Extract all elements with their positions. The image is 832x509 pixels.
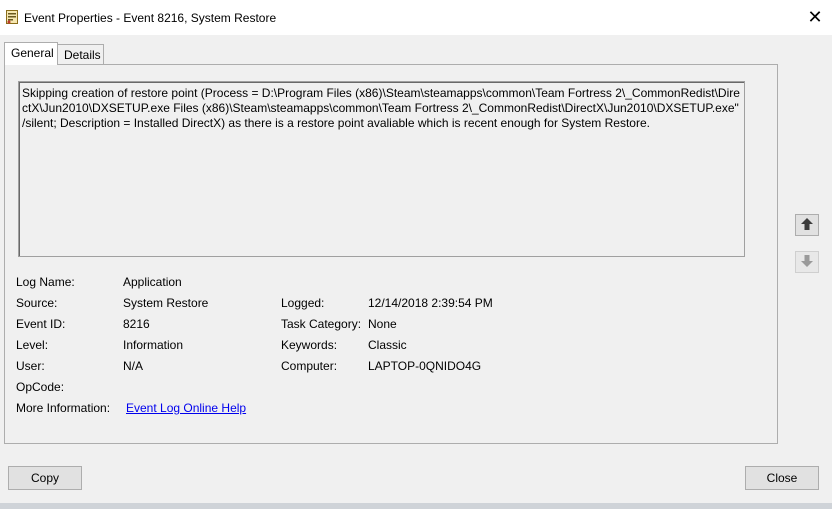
event-description-box[interactable]: Skipping creation of restore point (Proc… xyxy=(18,81,745,257)
previous-event-button[interactable] xyxy=(795,214,819,236)
title-bar[interactable]: Event Properties - Event 8216, System Re… xyxy=(0,0,832,35)
source-value: System Restore xyxy=(123,296,209,310)
arrow-up-icon xyxy=(800,217,814,234)
log-name-value: Application xyxy=(123,275,182,289)
task-category-value: None xyxy=(368,317,397,331)
more-information-label: More Information: xyxy=(16,401,111,415)
level-label: Level: xyxy=(16,338,49,352)
user-value: N/A xyxy=(123,359,144,373)
taskbar-strip xyxy=(0,503,832,509)
computer-value: LAPTOP-0QNIDO4G xyxy=(368,359,482,373)
tab-general[interactable]: General xyxy=(4,42,58,65)
close-icon[interactable]: ✕ xyxy=(798,0,832,35)
source-label: Source: xyxy=(16,296,58,310)
event-id-label: Event ID: xyxy=(16,317,66,331)
computer-label: Computer: xyxy=(281,359,338,373)
keywords-label: Keywords: xyxy=(281,338,338,352)
level-value: Information xyxy=(123,338,184,352)
opcode-label: OpCode: xyxy=(16,380,65,394)
keywords-value: Classic xyxy=(368,338,407,352)
arrow-down-icon xyxy=(800,254,814,271)
event-properties-icon xyxy=(6,10,18,24)
logged-value: 12/14/2018 2:39:54 PM xyxy=(368,296,493,310)
task-category-label: Task Category: xyxy=(281,317,362,331)
copy-button[interactable]: Copy xyxy=(8,466,82,490)
close-button[interactable]: Close xyxy=(745,466,819,490)
logged-label: Logged: xyxy=(281,296,325,310)
user-label: User: xyxy=(16,359,45,373)
window-title: Event Properties - Event 8216, System Re… xyxy=(24,11,277,25)
log-name-label: Log Name: xyxy=(16,275,75,289)
tab-details[interactable]: Details xyxy=(58,44,104,65)
event-id-value: 8216 xyxy=(123,317,150,331)
next-event-button[interactable] xyxy=(795,251,819,273)
event-description-text: Skipping creation of restore point (Proc… xyxy=(22,86,743,130)
event-log-online-help-link[interactable]: Event Log Online Help xyxy=(126,401,246,415)
